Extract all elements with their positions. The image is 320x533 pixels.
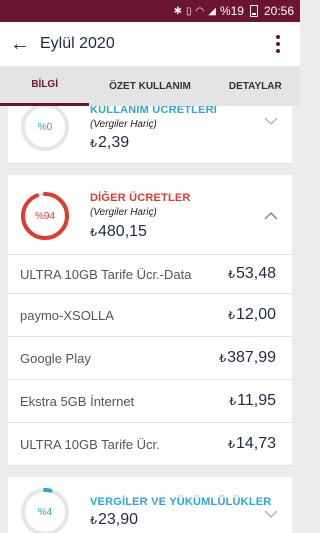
currency-symbol: ₺ bbox=[90, 138, 97, 150]
amount-value: 23,90 bbox=[98, 511, 139, 528]
section-card: %4 VERGİLER VE YÜKÜMLÜLÜKLER ₺23,90 bbox=[8, 477, 292, 533]
charge-value: ₺387,99 bbox=[219, 349, 276, 367]
more-vertical-icon-dot bbox=[276, 49, 280, 53]
charge-value: ₺11,95 bbox=[229, 392, 276, 410]
section-amount: ₺23,90 bbox=[90, 511, 138, 529]
charge-name: Google Play bbox=[20, 350, 91, 366]
percent-gauge: %0 bbox=[20, 106, 70, 152]
charge-amount: 12,00 bbox=[235, 306, 276, 323]
currency-symbol: ₺ bbox=[90, 515, 97, 527]
arrow-left-icon: ← bbox=[10, 32, 30, 55]
percent-label: %0 bbox=[37, 121, 53, 133]
amount-value: 2,39 bbox=[98, 134, 130, 151]
charge-row: ULTRA 10GB Tarife Ücr.-Data ₺53,48 bbox=[8, 255, 292, 294]
currency-symbol: ₺ bbox=[229, 396, 237, 408]
section-summary[interactable]: %94 DİĞER ÜCRETLER (Vergiler Hariç) ₺480… bbox=[8, 175, 292, 255]
section-subtitle: (Vergiler Hariç) bbox=[90, 207, 157, 218]
page-title: Eylül 2020 bbox=[40, 35, 115, 52]
section-amount: ₺2,39 bbox=[90, 134, 129, 152]
charge-row: Ekstra 5GB İnternet ₺11,95 bbox=[8, 380, 292, 423]
charge-row: Google Play ₺387,99 bbox=[8, 337, 292, 380]
section-card: %94 DİĞER ÜCRETLER (Vergiler Hariç) ₺480… bbox=[8, 175, 292, 466]
status-bar: ✱ ▯ ◠ ◢ %19 20:56 bbox=[0, 0, 300, 22]
battery-icon bbox=[249, 5, 258, 17]
more-options-button[interactable] bbox=[264, 30, 292, 58]
charge-row: ULTRA 10GB Tarife Ücr. ₺14,73 bbox=[8, 423, 292, 466]
charge-row: paymo-XSOLLA ₺12,00 bbox=[8, 294, 292, 337]
section-title: KULLANIM ÜCRETLERİ bbox=[90, 106, 218, 116]
section-title: DİĞER ÜCRETLER bbox=[90, 192, 191, 204]
section-card: %0 KULLANIM ÜCRETLERİ (Vergiler Hariç) ₺… bbox=[8, 106, 292, 164]
charge-amount: 53,48 bbox=[235, 265, 276, 282]
charge-name: ULTRA 10GB Tarife Ücr.-Data bbox=[20, 266, 192, 282]
app-bar: ← Eylül 2020 bbox=[0, 22, 300, 66]
tab-detaylar[interactable]: DETAYLAR bbox=[211, 66, 300, 106]
charge-name: ULTRA 10GB Tarife Ücr. bbox=[20, 436, 160, 452]
percent-gauge: %4 bbox=[20, 487, 70, 533]
currency-symbol: ₺ bbox=[227, 310, 235, 322]
tab-bilgi[interactable]: BİLGİ bbox=[0, 66, 90, 106]
currency-symbol: ₺ bbox=[227, 439, 235, 451]
bluetooth-icon: ✱ bbox=[173, 5, 182, 17]
section-amount: ₺480,15 bbox=[90, 223, 147, 241]
charge-name: paymo-XSOLLA bbox=[20, 307, 114, 323]
charge-amount: 14,73 bbox=[235, 435, 276, 452]
chevron-down-icon[interactable] bbox=[262, 505, 280, 523]
charge-value: ₺53,48 bbox=[228, 265, 276, 283]
tab-bar: BİLGİ ÖZET KULLANIM DETAYLAR bbox=[0, 66, 300, 106]
tab-ozet-kullanim[interactable]: ÖZET KULLANIM bbox=[89, 66, 210, 106]
more-vertical-icon bbox=[276, 35, 280, 39]
chevron-down-icon[interactable] bbox=[262, 112, 280, 130]
content-area: %0 KULLANIM ÜCRETLERİ (Vergiler Hariç) ₺… bbox=[0, 106, 300, 533]
section-summary[interactable]: %0 KULLANIM ÜCRETLERİ (Vergiler Hariç) ₺… bbox=[8, 106, 292, 164]
percent-label: %94 bbox=[34, 210, 55, 222]
percent-gauge: %94 bbox=[20, 191, 70, 241]
more-vertical-icon-dot bbox=[276, 42, 280, 46]
charge-name: Ekstra 5GB İnternet bbox=[20, 393, 135, 409]
amount-value: 480,15 bbox=[98, 223, 147, 240]
battery-percent: %19 bbox=[219, 4, 244, 18]
wifi-icon: ◠ bbox=[195, 5, 205, 17]
currency-symbol: ₺ bbox=[227, 269, 235, 281]
charge-value: ₺14,73 bbox=[228, 435, 276, 453]
charge-amount: 11,95 bbox=[237, 392, 276, 409]
charge-amount: 387,99 bbox=[227, 349, 276, 366]
clock: 20:56 bbox=[263, 4, 294, 18]
section-title: VERGİLER VE YÜKÜMLÜLÜKLER bbox=[90, 496, 272, 508]
signal-icon: ◢ bbox=[208, 5, 216, 17]
currency-symbol: ₺ bbox=[219, 353, 227, 365]
currency-symbol: ₺ bbox=[90, 227, 97, 239]
chevron-up-icon[interactable] bbox=[262, 207, 280, 225]
vibrate-icon: ▯ bbox=[185, 5, 192, 17]
charge-value: ₺12,00 bbox=[228, 306, 276, 324]
percent-label: %4 bbox=[37, 506, 53, 518]
back-button[interactable]: ← bbox=[0, 22, 40, 66]
section-summary[interactable]: %4 VERGİLER VE YÜKÜMLÜLÜKLER ₺23,90 bbox=[8, 477, 292, 533]
section-subtitle: (Vergiler Hariç) bbox=[90, 119, 157, 130]
